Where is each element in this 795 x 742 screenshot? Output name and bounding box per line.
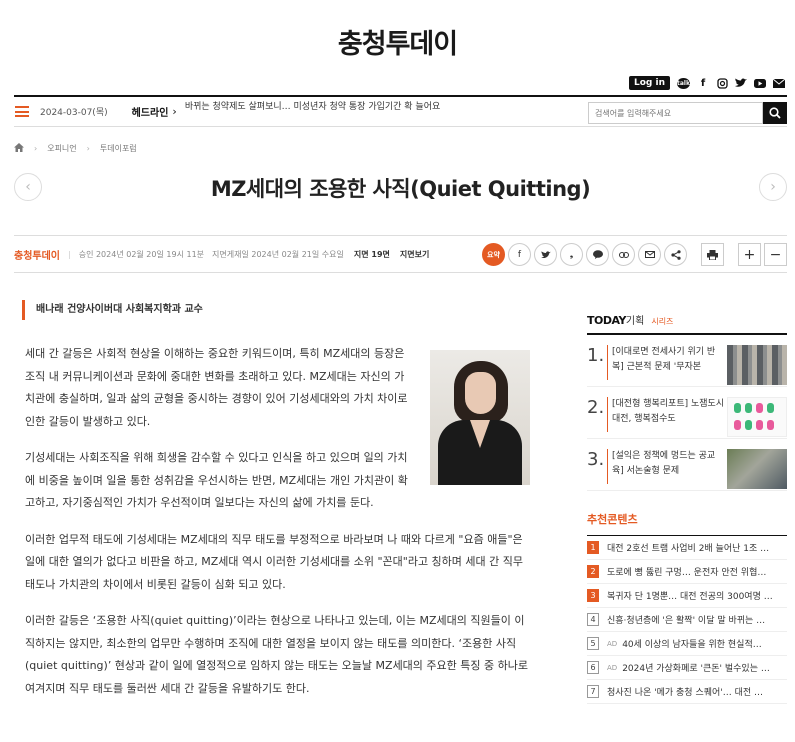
article-tools: 요약 f ❟ + − — [482, 243, 787, 266]
instagram-icon[interactable] — [716, 77, 728, 89]
recommended-item[interactable]: 1 대전 2호선 트램 사업비 2배 늘어난 1조 … — [587, 536, 787, 560]
recommended-item[interactable]: 6 AD 2024년 가상화폐로 '큰돈' 벌수있는 … — [587, 656, 787, 680]
summary-button[interactable]: 요약 — [482, 243, 505, 266]
series-thumbnail[interactable] — [727, 345, 787, 385]
recommended-title[interactable]: 신흥·청년층에 '은 활짝' 이달 말 바뀌는 … — [607, 613, 765, 626]
ad-label: AD — [607, 663, 618, 672]
title-row: MZ세대의 조용한 사직(Quiet Quitting) ‹ › — [14, 170, 787, 206]
article-paragraph: 이러한 업무적 태도에 기성세대는 MZ세대의 직무 태도를 부정적으로 바라보… — [25, 532, 524, 591]
current-date: 2024-03-07(목) — [40, 108, 108, 118]
twitter-share-icon[interactable] — [534, 243, 557, 266]
recommended-title[interactable]: 청사진 나온 '메가 충청 스퀘어'… 대전 … — [607, 685, 763, 698]
article-title: MZ세대의 조용한 사직(Quiet Quitting) — [210, 177, 591, 201]
kakaostory-share-icon[interactable]: ❟ — [560, 243, 583, 266]
font-decrease-icon[interactable]: − — [764, 243, 787, 266]
recommended-header: 추천콘텐츠 — [587, 511, 787, 536]
recommended-title[interactable]: 40세 이상의 남자들을 위한 현실적… — [622, 637, 762, 650]
search-form — [588, 102, 787, 124]
series-title[interactable]: [대전형 행복리포트] 노잼도시 대전, 행복점수도 — [607, 397, 725, 432]
top-utility-bar: Log in talk f — [629, 74, 785, 92]
search-input[interactable] — [588, 102, 763, 124]
series-item[interactable]: 3. [설익은 정책에 멍드는 공교육] 서논술형 문제 — [587, 449, 787, 491]
recommended-item[interactable]: 2 도로에 뻥 뚫린 구멍… 운전자 안전 위협… — [587, 560, 787, 584]
next-article-icon[interactable]: › — [759, 173, 787, 201]
headline-label[interactable]: 헤드라인 — [132, 104, 169, 119]
rank-badge: 2 — [587, 565, 599, 578]
login-button[interactable]: Log in — [629, 76, 670, 90]
series-thumbnail[interactable] — [727, 397, 787, 437]
recommended-item[interactable]: 7 청사진 나온 '메가 충청 스퀘어'… 대전 … — [587, 680, 787, 704]
recommended-item[interactable]: 4 신흥·청년층에 '은 활짝' 이달 말 바뀌는 … — [587, 608, 787, 632]
print-icon[interactable] — [701, 243, 724, 266]
series-head-today: TODAY — [587, 314, 626, 327]
rank-badge: 5 — [587, 637, 599, 650]
main-nav-bar: 2024-03-07(목) 헤드라인 › 바뀌는 청약제도 살펴보니… 미성년자… — [14, 95, 787, 127]
recommended-title[interactable]: 도로에 뻥 뚫린 구멍… 운전자 안전 위협… — [607, 565, 766, 578]
article-body: 세대 간 갈등은 사회적 현상을 이해하는 중요한 키워드이며, 특히 MZ세대… — [25, 343, 530, 714]
chevron-right-icon[interactable]: › — [172, 105, 176, 118]
breadcrumb-separator: › — [34, 144, 38, 153]
youtube-icon[interactable] — [754, 77, 766, 89]
link-copy-icon[interactable] — [612, 243, 635, 266]
series-item[interactable]: 1. [이대로면 전세사기 위기 반복] 근본적 문제 '무자본 — [587, 345, 787, 387]
series-thumbnail[interactable] — [727, 449, 787, 489]
article-meta-bar: 충청투데이 | 승인 2024년 02월 20일 19시 11분 지면게재일 2… — [14, 235, 787, 273]
series-head-plan: 기획 — [625, 316, 645, 327]
facebook-share-icon[interactable]: f — [508, 243, 531, 266]
breadcrumb: › 오피니언 › 투데이포럼 — [14, 143, 137, 154]
series-title[interactable]: [이대로면 전세사기 위기 반복] 근본적 문제 '무자본 — [607, 345, 725, 380]
series-title[interactable]: [설익은 정책에 멍드는 공교육] 서논술형 문제 — [607, 449, 725, 484]
recommended-title[interactable]: 2024년 가상화폐로 '큰돈' 벌수있는 … — [622, 661, 770, 674]
twitter-icon[interactable] — [735, 77, 747, 89]
rank-badge: 3 — [587, 589, 599, 602]
sidebar: TODAY 기획 시리즈 1. [이대로면 전세사기 위기 반복] 근본적 문제… — [587, 312, 787, 704]
series-number: 3. — [587, 449, 605, 470]
site-logo[interactable]: 충청투데이 — [0, 22, 795, 61]
recommended-title[interactable]: 복귀자 단 1명뿐… 대전 전공의 300여명 … — [607, 589, 773, 602]
author-photo — [430, 350, 530, 485]
home-icon[interactable] — [14, 143, 24, 154]
headline-ticker[interactable]: 바뀌는 청약제도 살펴보니… 미성년자 청약 통장 가입기간 확 늘어요 — [185, 99, 440, 112]
recommended-title[interactable]: 대전 2호선 트램 사업비 2배 늘어난 1조 … — [607, 541, 769, 554]
prev-article-icon[interactable]: ‹ — [14, 173, 42, 201]
article-source: 충청투데이 — [14, 250, 60, 262]
author-byline: 배나래 건양사이버대 사회복지학과 교수 — [22, 300, 203, 320]
series-number: 2. — [587, 397, 605, 418]
print-date: 지면게재일 2024년 02월 21일 수요일 — [212, 249, 344, 259]
recommended-item[interactable]: 3 복귀자 단 1명뿐… 대전 전공의 300여명 … — [587, 584, 787, 608]
kakaotalk-icon[interactable]: talk — [677, 77, 690, 89]
article-paragraph: 이러한 갈등은 ‘조용한 사직(quiet quitting)’이라는 현상으로… — [25, 614, 528, 695]
rank-badge: 7 — [587, 685, 599, 698]
rank-badge: 1 — [587, 541, 599, 554]
rank-badge: 4 — [587, 613, 599, 626]
meta-divider: | — [68, 249, 71, 259]
rank-badge: 6 — [587, 661, 599, 674]
font-increase-icon[interactable]: + — [738, 243, 761, 266]
ad-label: AD — [607, 639, 618, 648]
facebook-icon[interactable]: f — [697, 77, 709, 89]
series-item[interactable]: 2. [대전형 행복리포트] 노잼도시 대전, 행복점수도 — [587, 397, 787, 439]
series-head-series: 시리즈 — [651, 317, 674, 326]
breadcrumb-opinion[interactable]: 오피니언 — [47, 143, 76, 154]
print-page: 지면 19면 — [353, 249, 390, 259]
menu-icon[interactable] — [15, 106, 29, 117]
share-icon[interactable] — [664, 243, 687, 266]
search-icon[interactable] — [763, 102, 787, 124]
series-header: TODAY 기획 시리즈 — [587, 312, 787, 335]
kakaotalk-share-icon[interactable] — [586, 243, 609, 266]
breadcrumb-separator: › — [86, 144, 90, 153]
email-share-icon[interactable] — [638, 243, 661, 266]
series-number: 1. — [587, 345, 605, 366]
view-page-link[interactable]: 지면보기 — [400, 249, 429, 260]
recommended-item[interactable]: 5 AD 40세 이상의 남자들을 위한 현실적… — [587, 632, 787, 656]
newsletter-icon[interactable] — [773, 77, 785, 89]
breadcrumb-today-forum[interactable]: 투데이포럼 — [100, 143, 137, 154]
approved-date: 승인 2024년 02월 20일 19시 11분 — [78, 249, 205, 259]
